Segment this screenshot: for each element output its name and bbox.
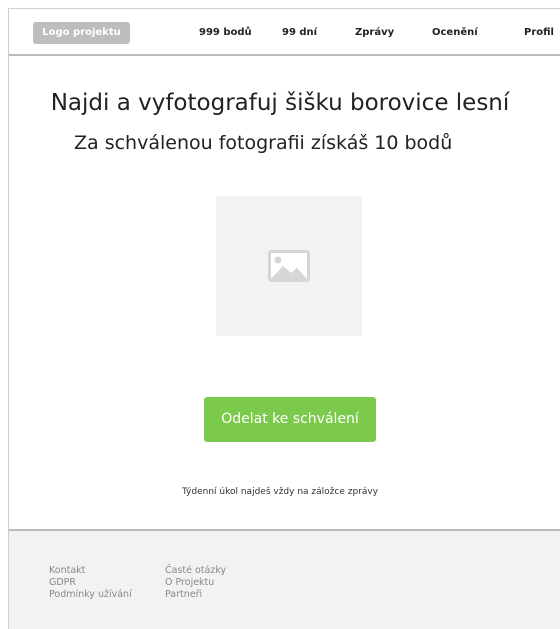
nav-points[interactable]: 999 bodů xyxy=(199,27,252,38)
footer-link-faq[interactable]: Časté otázky xyxy=(165,565,226,577)
nav-days[interactable]: 99 dní xyxy=(282,27,317,38)
footer: Kontakt GDPR Podmínky užívání Časté otáz… xyxy=(9,529,560,629)
footer-link-gdpr[interactable]: GDPR xyxy=(49,577,132,589)
footer-link-contact[interactable]: Kontakt xyxy=(49,565,132,577)
nav-awards[interactable]: Ocenění xyxy=(432,27,478,38)
project-logo[interactable]: Logo projektu xyxy=(33,22,130,44)
weekly-task-hint: Týdenní úkol najdeš vždy na záložce zprá… xyxy=(181,487,379,497)
submit-for-approval-button[interactable]: Odelat ke schválení xyxy=(204,397,376,442)
footer-col-2: Časté otázky O Projektu Partneři xyxy=(165,565,226,601)
footer-link-about[interactable]: O Projektu xyxy=(165,577,226,589)
image-icon xyxy=(268,250,310,282)
nav-messages[interactable]: Zprávy xyxy=(355,27,394,38)
nav-profile[interactable]: Profil xyxy=(524,27,554,38)
photo-placeholder[interactable] xyxy=(216,196,362,336)
footer-link-terms[interactable]: Podmínky užívání xyxy=(49,589,132,601)
footer-link-partners[interactable]: Partneři xyxy=(165,589,226,601)
top-navbar: Logo projektu 999 bodů 99 dní Zprávy Oce… xyxy=(9,9,560,56)
footer-col-1: Kontakt GDPR Podmínky užívání xyxy=(49,565,132,601)
page-title: Najdi a vyfotografuj šišku borovice lesn… xyxy=(50,90,510,116)
page-subtitle: Za schválenou fotografii získáš 10 bodů xyxy=(74,132,453,154)
